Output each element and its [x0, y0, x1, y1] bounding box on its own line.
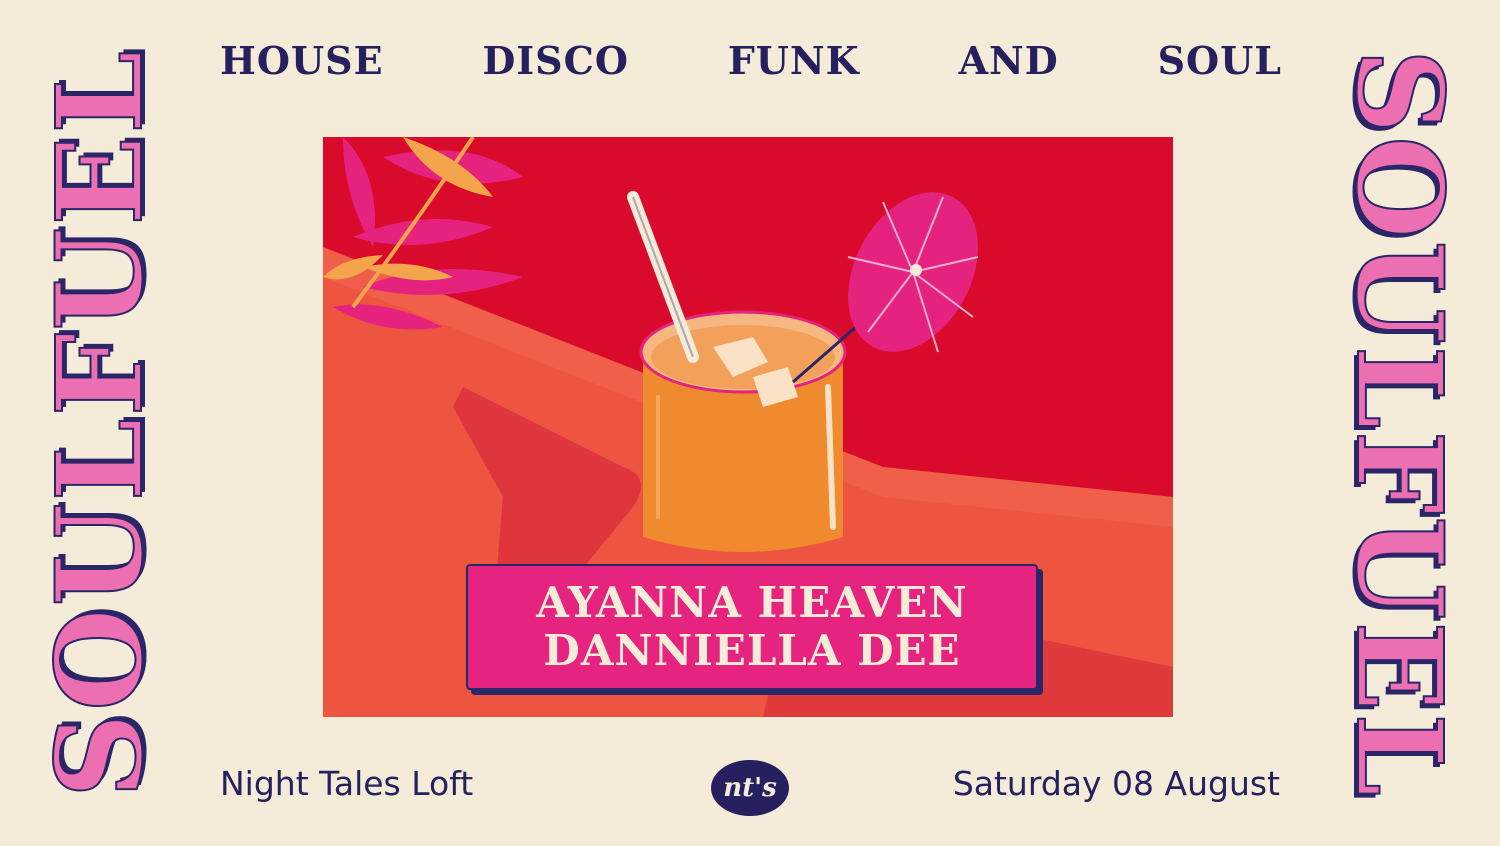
artist-name-1: ayanna heaven — [536, 578, 968, 627]
side-title-right-text: SOULFUEL — [1330, 47, 1471, 798]
genre-disco: DISCO — [482, 38, 629, 83]
lineup-box: ayanna heaven danniella dee — [466, 564, 1038, 690]
event-date: Saturday 08 August — [952, 764, 1280, 803]
genre-soul: SOUL — [1157, 38, 1282, 83]
genre-house: HOUSE — [220, 38, 384, 83]
side-title-right: SOULFUEL — [1325, 0, 1475, 846]
venue-name: Night Tales Loft — [220, 764, 474, 803]
genre-list: HOUSE DISCO FUNK AND SOUL — [220, 38, 1282, 83]
night-tales-logo: nt's — [711, 760, 789, 816]
side-title-left-text: SOULFUEL — [30, 47, 171, 798]
genre-and: AND — [958, 38, 1059, 83]
side-title-left: SOULFUEL — [25, 0, 175, 846]
genre-funk: FUNK — [727, 38, 860, 83]
logo-text: nt's — [723, 773, 777, 803]
artist-name-2: danniella dee — [543, 626, 961, 675]
